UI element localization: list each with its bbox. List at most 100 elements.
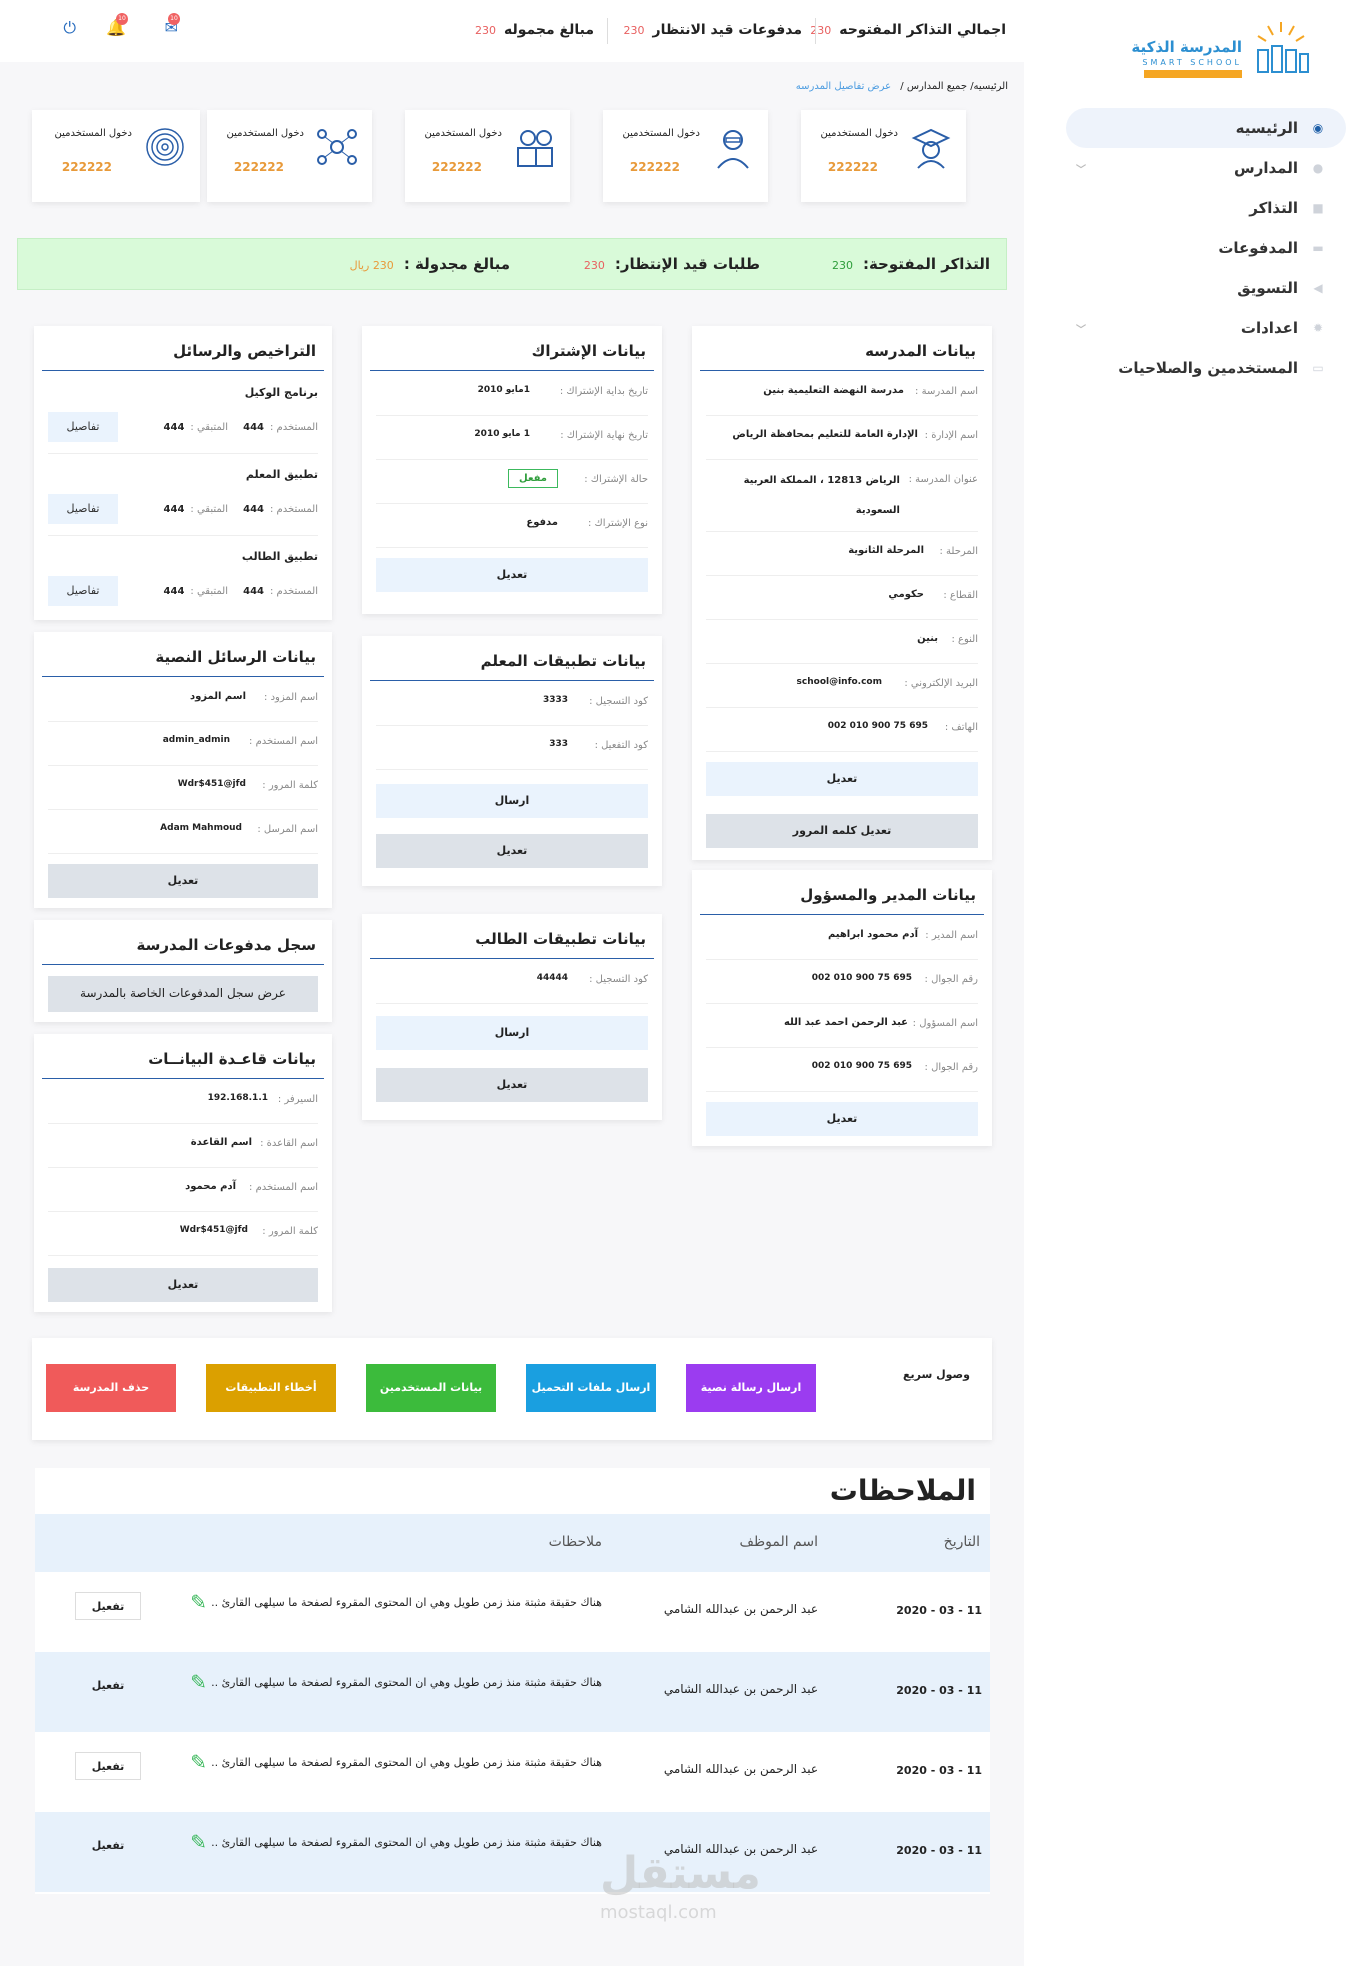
row-value: 44444 bbox=[536, 973, 568, 983]
card-title: بيانات قاعـدة البيانــات bbox=[148, 1050, 316, 1068]
edit-icon[interactable]: ✎ bbox=[183, 1750, 207, 1774]
app-name: تطبيق المعلم bbox=[245, 468, 318, 481]
remaining-count: المتبقي : 444 bbox=[164, 504, 228, 515]
info-row: اسم المدير : آدم محمود ابراهيم bbox=[706, 916, 978, 960]
card-value: 222222 bbox=[61, 160, 112, 174]
users-value: 444 bbox=[243, 504, 264, 515]
breadcrumb-schools[interactable]: جميع المدارس / bbox=[900, 81, 967, 92]
mail-icon[interactable]: ✉ 10 bbox=[156, 13, 180, 40]
users-count: المستخدم : 444 bbox=[243, 586, 318, 597]
users-value: 444 bbox=[243, 422, 264, 433]
users-value: 444 bbox=[243, 586, 264, 597]
title-underline bbox=[370, 680, 654, 681]
row-note: هناك حقيقة مثبتة منذ زمن طويل وهي ان الم… bbox=[211, 1596, 602, 1609]
power-icon[interactable]: ⏻ bbox=[54, 18, 76, 40]
row-value: آدم محمود bbox=[185, 1181, 236, 1192]
remaining-value: 444 bbox=[163, 504, 185, 515]
bell-icon[interactable]: 🔔 10 bbox=[104, 13, 128, 40]
mail-badge: 10 bbox=[168, 13, 180, 25]
row-value: school@info.com bbox=[796, 677, 882, 687]
info-row: كود التسجيل : 44444 bbox=[376, 960, 648, 1004]
row-note: هناك حقيقة مثبتة منذ زمن طويل وهي ان الم… bbox=[211, 1676, 602, 1689]
edit-button[interactable]: تعديل bbox=[376, 1068, 648, 1102]
brand-subtitle: SMART SCHOOL bbox=[1142, 58, 1242, 67]
watermark-url: mostaql.com bbox=[600, 1902, 717, 1923]
edit-button[interactable]: تعديل bbox=[376, 558, 648, 592]
sidebar-item-label: المستخدمين والصلاحيات bbox=[1118, 359, 1298, 377]
send-button[interactable]: ارسال bbox=[376, 784, 648, 818]
ticket-icon: ■ bbox=[1312, 201, 1324, 215]
payments-log-card: سجل مدفوعات المدرسة عرض سجل المدفوعات ال… bbox=[34, 920, 332, 1022]
details-button[interactable]: تفاصيل bbox=[48, 412, 118, 442]
sidebar-item-schools[interactable]: ● المدارس ﹀ bbox=[1066, 148, 1346, 188]
title-underline bbox=[42, 964, 324, 965]
details-button[interactable]: تفاصيل bbox=[48, 576, 118, 606]
dashboard-icon: ◉ bbox=[1312, 121, 1324, 135]
stat-label: مدفوعات قيد الانتظار bbox=[652, 22, 802, 38]
send-sms-button[interactable]: ارسال رسالة نصية bbox=[686, 1364, 816, 1412]
license-app: برنامج الوكيل المستخدم : 444 المتبقي : 444… bbox=[48, 372, 318, 454]
sidebar-item-payments[interactable]: ▬ المدفوعات bbox=[1066, 228, 1346, 268]
delete-school-button[interactable]: حذف المدرسة bbox=[46, 1364, 176, 1412]
activate-button[interactable]: تفعيل bbox=[75, 1672, 141, 1700]
send-button[interactable]: ارسال bbox=[376, 1016, 648, 1050]
user-stat-card: دخول المستخدمين 222222 bbox=[603, 110, 768, 202]
row-value: 1 مايو 2010 bbox=[474, 429, 530, 439]
school-info-card: بيانات المدرسه اسم المدرسة : مدرسة النهضة… bbox=[692, 326, 992, 860]
activate-button[interactable]: تفعيل bbox=[75, 1752, 141, 1780]
info-row: اسم المزود : اسم المزود bbox=[48, 678, 318, 722]
stat-value: 230 bbox=[623, 24, 645, 37]
teacher-icon bbox=[717, 130, 749, 169]
sidebar-item-users-permissions[interactable]: ▭ المستخدمين والصلاحيات bbox=[1066, 348, 1346, 388]
quick-access-panel: وصول سريع ارسال رسالة نصية ارسال ملفات ا… bbox=[32, 1338, 992, 1440]
details-button[interactable]: تفاصيل bbox=[48, 494, 118, 524]
edit-icon[interactable]: ✎ bbox=[183, 1590, 207, 1614]
view-payments-log-button[interactable]: عرض سجل المدفوعات الخاصة بالمدرسة bbox=[48, 976, 318, 1012]
activate-button[interactable]: تفعيل bbox=[75, 1832, 141, 1860]
row-note: هناك حقيقة مثبتة منذ زمن طويل وهي ان الم… bbox=[211, 1836, 602, 1849]
card-title: بيانات تطبيقات الطالب bbox=[475, 930, 646, 948]
brand-logo[interactable]: المدرسة الذكية SMART SCHOOL bbox=[1131, 14, 1314, 78]
sidebar-item-home[interactable]: ◉ الرئيسيه bbox=[1066, 108, 1346, 148]
send-downloads-button[interactable]: ارسال ملفات التحميل bbox=[526, 1364, 656, 1412]
change-password-button[interactable]: تعديل كلمه المرور bbox=[706, 814, 978, 848]
info-row: الهاتف : 695 75 900 010 002 bbox=[706, 708, 978, 752]
sidebar-nav: ◉ الرئيسيه ● المدارس ﹀ ■ التذاكر ▬ المدفوعات … bbox=[1066, 108, 1346, 388]
sidebar-item-tickets[interactable]: ■ التذاكر bbox=[1066, 188, 1346, 228]
info-row: النوع : بنين bbox=[706, 620, 978, 664]
row-value: الرياض 12813 ، المملكة العربية السعودية bbox=[743, 475, 900, 516]
sidebar-item-label: التسويق bbox=[1237, 279, 1298, 297]
edit-button[interactable]: تعديل bbox=[376, 834, 648, 868]
banner-label: طلبات قيد الإنتظار: bbox=[614, 255, 760, 273]
breadcrumb-current: عرض تفاصيل المدرسه bbox=[795, 81, 892, 92]
sidebar: المدرسة الذكية SMART SCHOOL ◉ الرئيسيه ● ا… bbox=[1024, 0, 1366, 1966]
license-app: تطبيق المعلم المستخدم :444 المتبقي :444 … bbox=[48, 454, 318, 536]
breadcrumb-home[interactable]: الرئيسيه/ bbox=[970, 81, 1008, 92]
chevron-down-icon: ﹀ bbox=[1076, 324, 1086, 336]
app-errors-button[interactable]: أخطاء التطبيقات bbox=[206, 1364, 336, 1412]
pending-payments-stat: مدفوعات قيد الانتظار 230 bbox=[624, 22, 802, 38]
row-value: آدم محمود ابراهيم bbox=[827, 929, 918, 940]
banner-value: 230 ريال bbox=[349, 259, 394, 272]
activate-button[interactable]: تفعيل bbox=[75, 1592, 141, 1620]
row-date: 11 - 03 - 2020 bbox=[896, 1844, 982, 1857]
edit-icon[interactable]: ✎ bbox=[183, 1670, 207, 1694]
edit-button[interactable]: تعديل bbox=[48, 1268, 318, 1302]
app-name: برنامج الوكيل bbox=[244, 386, 318, 399]
users-data-button[interactable]: بيانات المستخدمين bbox=[366, 1364, 496, 1412]
edit-button[interactable]: تعديل bbox=[706, 1102, 978, 1136]
teacher-apps-card: بيانات تطبيقات المعلم كود التسجيل :3333 … bbox=[362, 636, 662, 886]
sidebar-item-marketing[interactable]: ◀ التسويق bbox=[1066, 268, 1346, 308]
edit-button[interactable]: تعديل bbox=[706, 762, 978, 796]
sidebar-item-settings[interactable]: ✹ اعدادات ﹀ bbox=[1066, 308, 1346, 348]
edit-icon[interactable]: ✎ bbox=[183, 1830, 207, 1854]
card-value: 222222 bbox=[431, 160, 482, 174]
card-title: بيانات الإشتراك bbox=[531, 342, 646, 360]
edit-button[interactable]: تعديل bbox=[48, 864, 318, 898]
scheduled-amounts-stat: مبالغ مجموله 230 bbox=[475, 22, 594, 38]
user-stat-card: دخول المستخدمين 222222 bbox=[405, 110, 570, 202]
row-employee: عبد الرحمن بن عبدالله الشامي bbox=[663, 1762, 818, 1776]
title-underline bbox=[42, 1078, 324, 1079]
info-row: حالة الإشتراك : مفعل bbox=[376, 460, 648, 504]
row-value: المرحلة الثانوية bbox=[848, 545, 924, 556]
